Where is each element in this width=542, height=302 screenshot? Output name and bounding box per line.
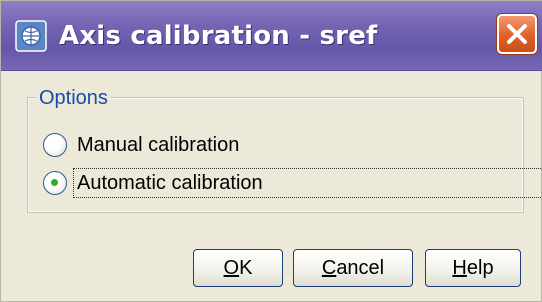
close-button[interactable] <box>497 14 537 54</box>
manual-calibration-label[interactable]: Manual calibration <box>77 132 239 158</box>
radio-selected-dot <box>51 179 58 186</box>
dialog-window: Axis calibration - sref Options Manual c… <box>0 0 542 302</box>
cancel-mnemonic: C <box>321 257 337 279</box>
help-mnemonic: H <box>452 257 467 279</box>
app-globe-icon[interactable] <box>14 19 48 53</box>
dialog-body: Options Manual calibration Automatic cal… <box>7 71 542 297</box>
automatic-calibration-radio[interactable] <box>43 171 67 195</box>
close-x-icon <box>507 24 527 44</box>
cancel-button[interactable]: Cancel <box>293 249 413 287</box>
manual-calibration-radio[interactable] <box>43 133 67 157</box>
ok-button[interactable]: OK <box>193 249 283 287</box>
title-bar[interactable]: Axis calibration - sref <box>1 1 542 71</box>
help-label-rest: elp <box>466 257 494 279</box>
options-group-label: Options <box>37 87 110 109</box>
window-title: Axis calibration - sref <box>59 21 378 51</box>
help-button[interactable]: Help <box>425 249 521 287</box>
cancel-label-rest: ancel <box>336 257 385 279</box>
ok-label-rest: K <box>239 257 253 279</box>
ok-mnemonic: O <box>223 257 240 279</box>
automatic-calibration-label[interactable]: Automatic calibration <box>77 170 263 196</box>
